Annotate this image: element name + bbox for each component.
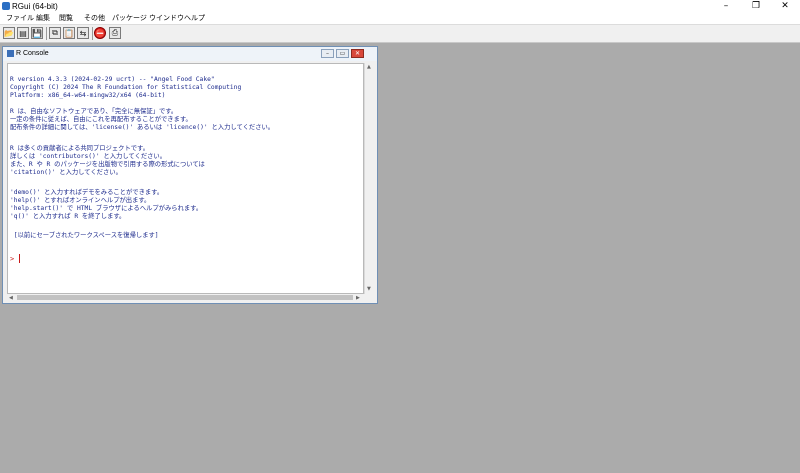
console-minimize-button[interactable]: – (321, 49, 334, 58)
console-line: R は、自由なソフトウェアであり、「完全に無保証」です。 (10, 108, 178, 115)
console-line: 'demo()' と入力すればデモをみることができます。 (10, 189, 164, 196)
r-app-icon (2, 2, 10, 10)
menu-help[interactable]: ヘルプ (184, 13, 205, 24)
app-title: RGui (64-bit) (12, 2, 58, 11)
console-line: 詳しくは 'contributors()' と入力してください。 (10, 153, 167, 160)
console-output[interactable]: R version 4.3.3 (2024-02-29 ucrt) -- "An… (7, 63, 364, 294)
scroll-down-icon[interactable]: ▼ (367, 286, 371, 292)
menu-misc[interactable]: その他 (84, 13, 105, 24)
menu-view[interactable]: 閲覧 (59, 13, 73, 24)
console-line: 配布条件の詳細に関しては、'license()' あるいは 'licence()… (10, 124, 275, 131)
load-workspace-icon[interactable]: ▤ (17, 27, 29, 39)
menu-edit[interactable]: 編集 (36, 13, 50, 24)
console-line: Copyright (C) 2024 The R Foundation for … (10, 84, 242, 91)
console-close-button[interactable]: ✕ (351, 49, 364, 58)
paste-icon[interactable]: 📋 (63, 27, 75, 39)
minimize-button[interactable]: – (711, 0, 741, 13)
horizontal-scroll-thumb[interactable] (17, 295, 353, 300)
restore-button[interactable]: ❐ (741, 0, 771, 13)
save-workspace-icon[interactable]: 💾 (31, 27, 43, 39)
text-cursor (19, 254, 20, 263)
scroll-up-icon[interactable]: ▲ (367, 64, 371, 70)
console-prompt: > (10, 255, 15, 263)
menu-file[interactable]: ファイル (6, 13, 34, 24)
console-line: 'q()' と入力すれば R を終了します。 (10, 213, 126, 220)
console-maximize-button[interactable]: ▭ (336, 49, 349, 58)
copy-paste-icon[interactable]: ⇆ (77, 27, 89, 39)
vertical-scrollbar[interactable]: ▲ ▼ (364, 63, 374, 294)
print-icon[interactable]: ⎙ (109, 27, 121, 39)
menu-packages[interactable]: パッケージ (112, 13, 147, 24)
toolbar: 📂 ▤ 💾 ⧉ 📋 ⇆ ⛔ ⎙ (0, 24, 800, 43)
console-line: [以前にセーブされたワークスペースを復帰します] (10, 232, 159, 239)
menu-windows[interactable]: ウインドウ (149, 13, 184, 24)
scroll-right-icon[interactable]: ▶ (356, 295, 360, 301)
console-line: 一定の条件に従えば、自由にこれを再配布することができます。 (10, 116, 192, 123)
console-line: Platform: x86_64-w64-mingw32/x64 (64-bit… (10, 92, 166, 99)
console-window-icon (7, 50, 14, 57)
console-line: 'help()' とすればオンラインヘルプが出ます。 (10, 197, 151, 204)
horizontal-scrollbar[interactable]: ◀ ▶ (7, 294, 364, 302)
r-console-window: R Console – ▭ ✕ R version 4.3.3 (2024-02… (2, 46, 378, 304)
close-button[interactable]: ✕ (770, 0, 800, 13)
toolbar-separator (92, 27, 93, 40)
console-line: 'citation()' と入力してください。 (10, 169, 122, 176)
scroll-left-icon[interactable]: ◀ (9, 295, 13, 301)
open-script-icon[interactable]: 📂 (3, 27, 15, 39)
menu-bar: ファイル 編集 閲覧 その他 パッケージ ウインドウ ヘルプ (0, 13, 800, 24)
console-titlebar: R Console – ▭ ✕ (3, 47, 377, 61)
console-line: また、R や R のパッケージを出版物で引用する際の形式については (10, 161, 205, 168)
app-titlebar: RGui (64-bit) – ❐ ✕ (0, 0, 800, 13)
copy-icon[interactable]: ⧉ (49, 27, 61, 39)
console-line: R は多くの貢献者による共同プロジェクトです。 (10, 145, 149, 152)
toolbar-separator (46, 27, 47, 40)
console-line: R version 4.3.3 (2024-02-29 ucrt) -- "An… (10, 76, 215, 83)
console-title: R Console (16, 50, 49, 57)
console-line: 'help.start()' で HTML ブラウザによるヘルプがみられます。 (10, 205, 203, 212)
stop-icon[interactable]: ⛔ (94, 27, 106, 39)
